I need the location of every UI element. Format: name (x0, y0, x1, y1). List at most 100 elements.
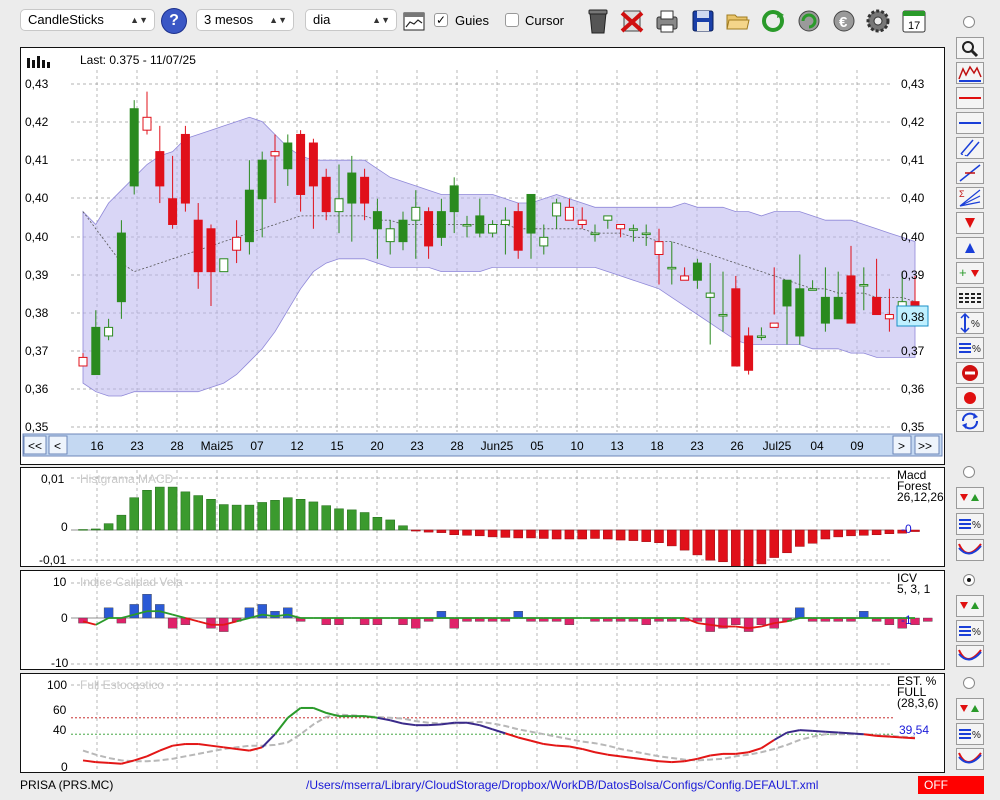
open-folder-icon[interactable] (725, 7, 751, 35)
panel-radio-icv[interactable] (963, 574, 975, 586)
svg-text:%: % (971, 319, 980, 330)
icv-curve-button[interactable] (956, 645, 984, 667)
macd-title: Histgrama MACD (80, 472, 174, 486)
icv-percent-button[interactable]: % (956, 620, 984, 642)
xtick-label: 26 (730, 439, 744, 453)
candle-body (270, 151, 280, 157)
xtick-label: 20 (370, 439, 384, 453)
svg-text:%: % (972, 627, 981, 638)
stoch-k-line (594, 751, 608, 756)
chart-window-icon[interactable] (403, 12, 425, 32)
config-path-link[interactable]: /Users/mserra/Library/CloudStorage/Dropb… (306, 778, 818, 792)
stoch-k-line (479, 724, 493, 731)
macd-bar (91, 528, 101, 531)
panel-radio-macd[interactable] (963, 466, 975, 478)
macd-bar (577, 529, 587, 540)
icv-bar (167, 617, 178, 629)
xtick-label: 07 (250, 439, 264, 453)
chart-type-select[interactable]: CandleSticks ▲▼ (20, 9, 155, 31)
red-line-icon (959, 97, 981, 99)
interval-select[interactable]: dia ▲▼ (305, 9, 397, 31)
refresh-icon[interactable] (760, 7, 786, 35)
icv-current-value: -1 (901, 613, 912, 627)
stoch-k-line (428, 723, 442, 727)
svg-text:€: € (839, 14, 848, 31)
macd-bar (679, 529, 690, 551)
cursor-checkbox[interactable] (505, 13, 519, 27)
candle-body (155, 151, 165, 187)
stoch-k-line (646, 758, 660, 763)
guides-checkbox[interactable]: ✓ (434, 13, 448, 27)
panel-radio-main[interactable] (963, 16, 975, 28)
overlay-tool-button[interactable] (956, 62, 984, 84)
horizontal-red-line-button[interactable] (956, 87, 984, 109)
macd-signals-button[interactable] (956, 487, 984, 509)
period-select[interactable]: 3 mesos ▲▼ (196, 9, 294, 31)
candle-body (782, 279, 792, 307)
macd-bar (372, 517, 383, 531)
stoch-k-line (274, 717, 289, 735)
stoch-ytick-40: 40 (53, 723, 67, 737)
svg-text:%: % (972, 344, 981, 355)
macd-percent-button[interactable]: % (956, 513, 984, 535)
icv-legend-line2: 5, 3, 1 (897, 582, 931, 596)
zoom-tool-button[interactable] (956, 37, 984, 59)
macd-bar (436, 529, 447, 533)
calendar-icon[interactable]: 17 (901, 7, 927, 35)
percent-arrows-icon: % (960, 312, 980, 334)
panel-radio-stochastic[interactable] (963, 677, 975, 689)
stoch-k-line (569, 745, 583, 750)
buy-signal-button[interactable] (956, 237, 984, 259)
sell-signal-button[interactable] (956, 212, 984, 234)
icv-bar (923, 617, 933, 622)
percent-lines-icon: % (959, 519, 981, 531)
xtick-label: 23 (130, 439, 144, 453)
icv-signals-button[interactable] (956, 595, 984, 617)
icv-bar (564, 617, 575, 626)
trendline-tool-button[interactable] (956, 162, 984, 184)
percent-range-button[interactable]: % (956, 312, 984, 334)
candle-body (219, 258, 229, 273)
stoch-signals-button[interactable] (956, 698, 984, 720)
save-icon[interactable] (690, 7, 716, 35)
fan-tool-button[interactable]: Σ (956, 187, 984, 209)
macd-histogram-chart: Histgrama MACD 0,01 0 -0,01 Macd Forest … (39, 468, 944, 569)
stoch-k-line (236, 747, 250, 752)
delete-icon[interactable] (619, 7, 645, 35)
macd-ytick-bottom: -0,01 (39, 553, 67, 566)
stoch-percent-button[interactable]: % (956, 723, 984, 745)
reload-icon[interactable] (796, 7, 822, 35)
trash-icon[interactable] (585, 7, 611, 35)
stoch-curve-button[interactable] (956, 748, 984, 770)
signals-tool-button[interactable]: + (956, 262, 984, 284)
sync-button[interactable] (956, 410, 984, 432)
record-button[interactable] (956, 387, 984, 409)
candle-body (411, 206, 421, 221)
macd-bar (295, 499, 306, 531)
macd-bar (743, 529, 754, 569)
icv-ytick-bottom: -10 (51, 656, 69, 669)
channel-tool-button[interactable] (956, 137, 984, 159)
printer-icon[interactable] (654, 7, 680, 35)
ytick-left: 0,43 (25, 77, 49, 91)
cancel-tool-button[interactable] (956, 362, 984, 384)
grid-lines-button[interactable] (956, 287, 984, 309)
off-toggle[interactable]: OFF (918, 776, 984, 794)
horizontal-blue-line-button[interactable] (956, 112, 984, 134)
xtick-label: 04 (810, 439, 824, 453)
macd-curve-button[interactable] (956, 539, 984, 561)
blue-line-icon (959, 122, 981, 124)
gear-icon[interactable] (865, 7, 891, 35)
candle-body (872, 296, 882, 316)
ytick-right: 0,37 (901, 344, 925, 358)
stoch-k-line (543, 743, 557, 747)
arrow-up-blue-icon (965, 243, 975, 253)
euro-icon[interactable]: € (831, 7, 857, 35)
icv-bar (910, 617, 920, 626)
macd-bar (449, 529, 459, 536)
candle-body (334, 198, 344, 213)
candle-body (808, 288, 818, 291)
help-button[interactable]: ? (162, 9, 186, 33)
percent-lines-button[interactable]: % (956, 337, 984, 359)
ytick-right: 0,39 (901, 268, 925, 282)
